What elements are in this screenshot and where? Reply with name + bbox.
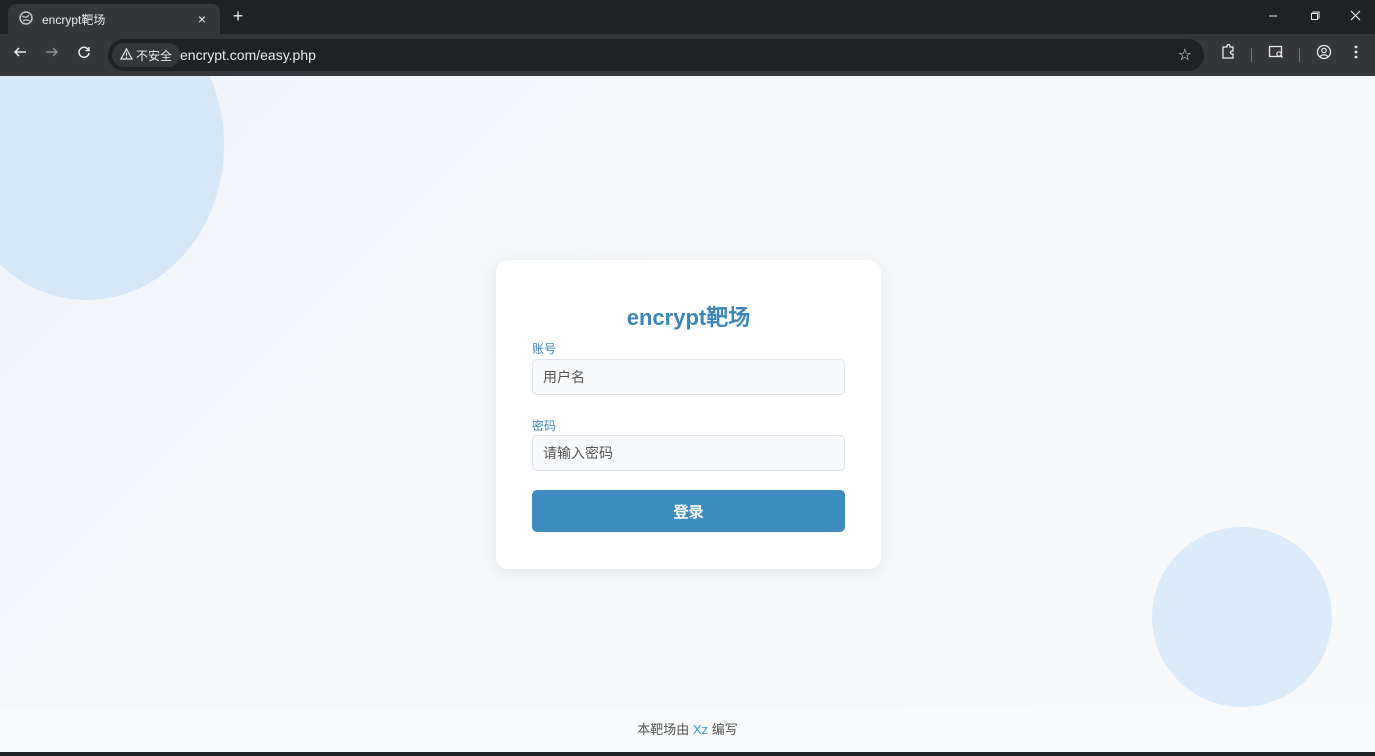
- reading-mode-icon[interactable]: [1265, 44, 1287, 66]
- toolbar-divider: [1251, 48, 1252, 62]
- decorative-circle: [0, 76, 224, 300]
- profile-icon[interactable]: [1313, 44, 1335, 66]
- close-window-icon[interactable]: [1340, 6, 1370, 26]
- footer-prefix: 本靶场由: [637, 722, 690, 737]
- warning-icon: [119, 47, 134, 63]
- toolbar-divider: [1299, 48, 1300, 62]
- minimize-icon[interactable]: [1258, 6, 1288, 26]
- browser-toolbar: 不安全 encrypt.com/easy.php ☆: [0, 34, 1375, 76]
- globe-icon: [18, 11, 34, 27]
- browser-tab[interactable]: encrypt靶场 ×: [8, 4, 220, 34]
- login-button[interactable]: 登录: [532, 490, 845, 532]
- decorative-circle: [1152, 527, 1332, 707]
- forward-icon[interactable]: [42, 44, 62, 66]
- url-text[interactable]: encrypt.com/easy.php: [180, 47, 316, 63]
- window-bottom-border: [0, 752, 1375, 756]
- new-tab-button[interactable]: +: [228, 6, 248, 26]
- bookmark-star-icon[interactable]: ☆: [1178, 45, 1192, 65]
- password-input[interactable]: [532, 435, 845, 471]
- security-label: 不安全: [136, 48, 173, 63]
- menu-kebab-icon[interactable]: [1345, 44, 1367, 66]
- footer: 本靶场由 Xz 编写: [0, 708, 1375, 752]
- account-label: 账号: [532, 342, 557, 356]
- username-input[interactable]: [532, 359, 845, 395]
- login-card: encrypt靶场 账号 密码 登录: [496, 260, 881, 569]
- close-tab-icon[interactable]: ×: [194, 11, 210, 27]
- browser-tabbar: encrypt靶场 × +: [0, 0, 1375, 34]
- security-chip[interactable]: 不安全: [112, 43, 181, 67]
- password-label: 密码: [532, 419, 557, 433]
- restore-icon[interactable]: [1300, 6, 1330, 26]
- back-icon[interactable]: [10, 44, 30, 66]
- reload-icon[interactable]: [74, 44, 94, 66]
- extensions-icon[interactable]: [1217, 43, 1239, 66]
- address-bar[interactable]: 不安全 encrypt.com/easy.php ☆: [108, 39, 1204, 71]
- page-viewport: encrypt靶场 账号 密码 登录 本靶场由 Xz 编写: [0, 76, 1375, 756]
- tab-title: encrypt靶场: [42, 12, 106, 27]
- footer-suffix: 编写: [711, 722, 738, 737]
- page-title: encrypt靶场: [626, 305, 751, 330]
- author-link[interactable]: Xz: [693, 722, 708, 737]
